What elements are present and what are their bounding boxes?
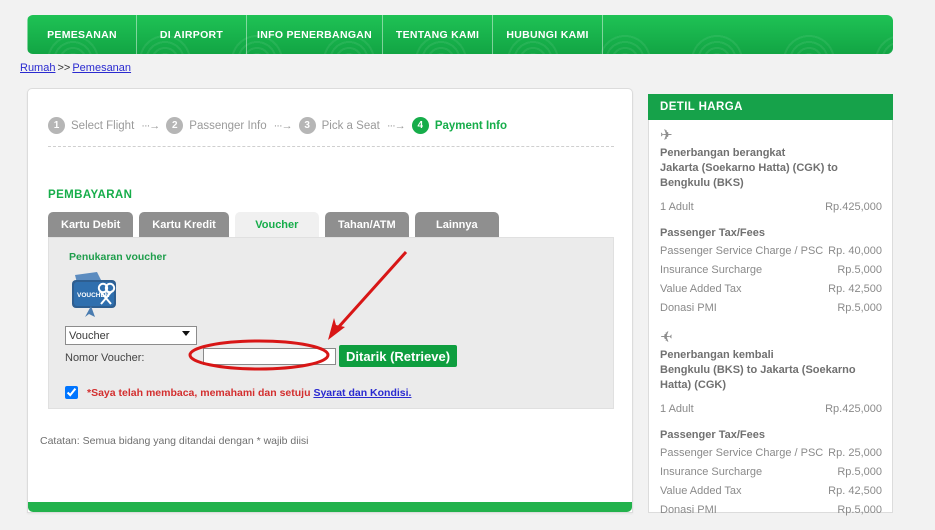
fee-value: Rp. 25,000 [828, 447, 882, 459]
step-passenger-info[interactable]: 2 Passenger Info [166, 117, 267, 134]
tab-kartu-debit[interactable]: Kartu Debit [48, 212, 134, 238]
fee-value: Rp. 42,500 [828, 283, 882, 295]
step-label-2: Passenger Info [189, 119, 267, 132]
fee-value: Rp. 40,000 [828, 245, 882, 257]
plane-return-icon: ✈ [660, 329, 673, 346]
fee-label: Insurance Surcharge [660, 264, 763, 276]
step-label-3: Pick a Seat [321, 119, 380, 132]
booking-steps: 1 Select Flight ···→ 2 Passenger Info ··… [48, 117, 507, 134]
booking-main-card: 1 Select Flight ···→ 2 Passenger Info ··… [27, 88, 633, 513]
breadcrumb-current-link[interactable]: Pemesanan [72, 62, 131, 74]
step-arrow-icon-1: ···→ [141, 119, 160, 132]
step-arrow-icon-2: ···→ [273, 119, 293, 132]
tab-voucher[interactable]: Voucher [234, 212, 319, 238]
flight-leg-departure: ✈ Penerbangan berangkat Jakarta (Soekarn… [660, 128, 882, 318]
nav-item-hubungi-kami[interactable]: HUBUNGI KAMI [493, 15, 604, 54]
fees-title-departure: Passenger Tax/Fees [660, 227, 765, 239]
step-arrow-icon-3: ···→ [386, 119, 406, 132]
voucher-panel-heading: Penukaran voucher [69, 251, 167, 263]
card-bottom-bar [28, 502, 632, 512]
tab-lainnya[interactable]: Lainnya [414, 212, 499, 238]
fee-value: Rp.5,000 [837, 264, 882, 276]
nav-item-di-airport[interactable]: DI AIRPORT [137, 15, 247, 54]
fee-label: Passenger Service Charge / PSC [660, 245, 824, 257]
terms-and-conditions-link[interactable]: Syarat dan Kondisi. [313, 387, 411, 399]
nav-item-tentang-kami[interactable]: TENTANG KAMI [383, 15, 494, 54]
fee-label: Donasi PMI [660, 504, 717, 516]
main-navigation: PEMESANAN DI AIRPORT INFO PENERBANGAN TE… [27, 15, 893, 54]
fee-label: Insurance Surcharge [660, 466, 763, 478]
pax-price-row-departure: 1 Adult Rp.425,000 [660, 198, 882, 217]
fee-row: Passenger Service Charge / PSC Rp. 40,00… [660, 242, 882, 261]
fee-label: Passenger Service Charge / PSC [660, 447, 824, 459]
fee-label: Value Added Tax [660, 283, 742, 295]
step-number-4: 4 [411, 117, 429, 134]
fee-row: Insurance Surcharge Rp.5,000 [660, 261, 882, 280]
pax-price-return: Rp.425,000 [825, 403, 882, 415]
fees-title-return: Passenger Tax/Fees [660, 429, 765, 441]
leg-title-return: Penerbangan kembali [660, 349, 774, 361]
step-number-3: 3 [298, 117, 316, 134]
terms-text: *Saya telah membaca, memahami dan setuju… [87, 387, 411, 399]
page-root: PEMESANAN DI AIRPORT INFO PENERBANGAN TE… [0, 0, 935, 530]
step-select-flight[interactable]: 1 Select Flight [48, 117, 134, 134]
step-label-1: Select Flight [71, 119, 135, 132]
nav-item-pemesanan[interactable]: PEMESANAN [27, 15, 137, 54]
payment-method-tabs: Kartu Debit Kartu Kredit Voucher Tahan/A… [48, 212, 499, 238]
fee-row: Donasi PMI Rp.5,000 [660, 299, 882, 318]
voucher-icon: VOUCHER [72, 272, 116, 317]
step-number-2: 2 [166, 117, 184, 134]
fee-value: Rp.5,000 [837, 466, 882, 478]
step-number-1: 1 [48, 117, 65, 134]
voucher-payment-panel: Penukaran voucher VOUCHER Voucher Nomor … [48, 237, 614, 409]
fee-value: Rp. 42,500 [828, 485, 882, 497]
voucher-type-select[interactable]: Voucher [65, 326, 197, 345]
fee-row: Value Added Tax Rp. 42,500 [660, 482, 882, 501]
fee-label: Donasi PMI [660, 302, 717, 314]
leg-route-return: Bengkulu (BKS) to Jakarta (Soekarno Hatt… [660, 364, 856, 391]
step-payment-info[interactable]: 4 Payment Info [411, 117, 508, 134]
terms-checkbox[interactable] [65, 386, 78, 399]
fee-row: Value Added Tax Rp. 42,500 [660, 280, 882, 299]
price-detail-body: ✈ Penerbangan berangkat Jakarta (Soekarn… [660, 128, 882, 520]
voucher-number-input[interactable] [203, 348, 336, 365]
breadcrumb-separator: >> [57, 62, 71, 74]
pax-price-departure: Rp.425,000 [825, 201, 882, 213]
flight-leg-return: ✈ Penerbangan kembali Bengkulu (BKS) to … [660, 329, 882, 520]
leg-route-departure: Jakarta (Soekarno Hatta) (CGK) to Bengku… [660, 162, 838, 189]
fee-row: Donasi PMI Rp.5,000 [660, 501, 882, 520]
step-pick-a-seat[interactable]: 3 Pick a Seat [298, 117, 380, 134]
fee-value: Rp.5,000 [837, 302, 882, 314]
steps-divider [48, 146, 614, 147]
tab-kartu-kredit[interactable]: Kartu Kredit [139, 212, 229, 238]
terms-text-label: *Saya telah membaca, memahami dan setuju [87, 386, 311, 399]
step-label-4: Payment Info [434, 119, 508, 132]
fee-row: Insurance Surcharge Rp.5,000 [660, 463, 882, 482]
terms-agreement-row: *Saya telah membaca, memahami dan setuju… [65, 386, 411, 399]
retrieve-voucher-button[interactable]: Ditarik (Retrieve) [339, 345, 458, 367]
page-title: PEMBAYARAN [48, 189, 133, 201]
pax-price-row-return: 1 Adult Rp.425,000 [660, 400, 882, 419]
price-detail-title: DETIL HARGA [660, 101, 743, 113]
leg-spacer [660, 318, 882, 329]
breadcrumb: Rumah >> Pemesanan [20, 62, 131, 74]
fee-value: Rp.5,000 [837, 504, 882, 516]
voucher-number-label: Nomor Voucher: [65, 352, 145, 364]
fee-label: Value Added Tax [660, 485, 742, 497]
plane-depart-icon: ✈ [660, 127, 673, 144]
fee-row: Passenger Service Charge / PSC Rp. 25,00… [660, 444, 882, 463]
pax-label-departure: 1 Adult [660, 201, 694, 213]
pax-label-return: 1 Adult [660, 403, 694, 415]
leg-title-departure: Penerbangan berangkat [660, 147, 786, 159]
tab-tahan-atm[interactable]: Tahan/ATM [324, 212, 409, 238]
required-fields-note: Catatan: Semua bidang yang ditandai deng… [40, 435, 309, 447]
price-detail-header: DETIL HARGA [648, 94, 893, 120]
nav-item-info-penerbangan[interactable]: INFO PENERBANGAN [247, 15, 384, 54]
breadcrumb-home-link[interactable]: Rumah [20, 62, 55, 74]
